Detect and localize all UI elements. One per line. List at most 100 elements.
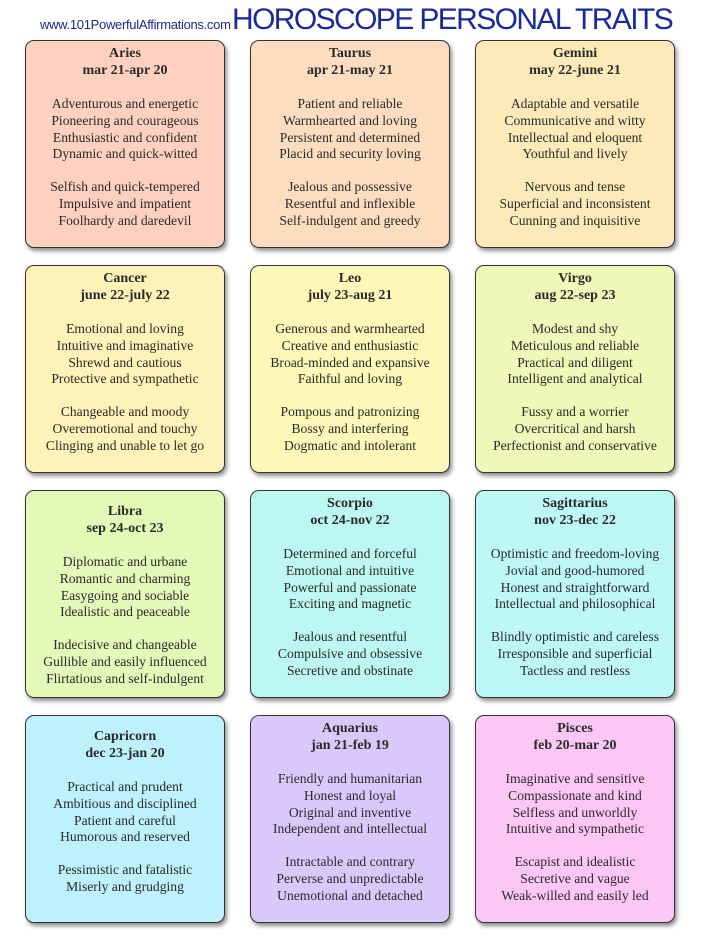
trait: Broad-minded and expansive <box>270 354 430 370</box>
trait: Gullible and easily influenced <box>43 653 207 669</box>
trait: Pompous and patronizing <box>280 404 420 420</box>
sign-name: Gemini <box>552 46 598 61</box>
trait: Honest and straightforward <box>500 579 650 595</box>
sign-name: Taurus <box>328 46 372 61</box>
trait: Flirtatious and self-indulgent <box>46 670 204 686</box>
page-header: www.101PowerfulAffirmations.com HOROSCOP… <box>0 0 706 40</box>
sign-card-gemini: Gemini may 22-june 21 Adaptable and vers… <box>475 40 675 248</box>
sign-name: Sagittarius <box>542 496 608 511</box>
negative-traits: Pessimistic and fatalistic Miserly and g… <box>26 862 224 896</box>
positive-traits: Adaptable and versatile Communicative an… <box>476 96 674 163</box>
sign-card-libra: Libra sep 24-oct 23 Diplomatic and urban… <box>25 490 225 698</box>
trait: Honest and loyal <box>303 787 397 803</box>
trait: Intuitive and sympathetic <box>505 821 645 837</box>
positive-traits: Practical and prudent Ambitious and disc… <box>26 779 224 846</box>
trait: Unemotional and detached <box>277 887 423 903</box>
trait: Intelligent and analytical <box>507 371 643 387</box>
trait: Romantic and charming <box>59 570 191 586</box>
trait: Jealous and resentful <box>292 629 407 645</box>
negative-traits: Pompous and patronizing Bossy and interf… <box>251 404 449 454</box>
sign-dates: sep 24-oct 23 <box>86 521 164 536</box>
trait: Secretive and obstinate <box>286 662 414 678</box>
sign-dates: aug 22-sep 23 <box>534 288 616 303</box>
trait: Nervous and tense <box>524 179 626 195</box>
sign-card-sagittarius: Sagittarius nov 23-dec 22 Optimistic and… <box>475 490 675 698</box>
sign-name: Cancer <box>103 271 147 286</box>
sign-name: Libra <box>107 504 143 519</box>
trait: Emotional and intuitive <box>285 562 415 578</box>
trait: Bossy and interfering <box>291 420 409 436</box>
trait: Persistent and determined <box>279 129 421 145</box>
trait: Dogmatic and intolerant <box>283 437 417 453</box>
positive-traits: Diplomatic and urbane Romantic and charm… <box>26 554 224 621</box>
sign-dates: june 22-july 22 <box>80 288 170 303</box>
site-url: www.101PowerfulAffirmations.com <box>40 17 231 32</box>
trait: Dynamic and quick-witted <box>52 146 198 162</box>
sign-card-pisces: Pisces feb 20-mar 20 Imaginative and sen… <box>475 715 675 923</box>
trait: Independent and intellectual <box>273 821 427 837</box>
positive-traits: Modest and shy Meticulous and reliable P… <box>476 321 674 388</box>
sign-card-aquarius: Aquarius jan 21-feb 19 Friendly and huma… <box>250 715 450 923</box>
trait: Intellectual and eloquent <box>507 129 643 145</box>
trait: Ambitious and disciplined <box>53 795 197 811</box>
negative-traits: Fussy and a worrier Overcritical and har… <box>476 404 674 454</box>
trait: Practical and diligent <box>517 354 633 370</box>
trait: Intuitive and imaginative <box>56 337 194 353</box>
sign-name: Pisces <box>557 721 593 736</box>
trait: Intractable and contrary <box>285 854 415 870</box>
sign-card-aries: Aries mar 21-apr 20 Adventurous and ener… <box>25 40 225 248</box>
negative-traits: Blindly optimistic and careless Irrespon… <box>476 629 674 679</box>
trait: Faithful and loving <box>297 371 403 387</box>
positive-traits: Optimistic and freedom-loving Jovial and… <box>476 546 674 613</box>
sign-name: Leo <box>338 271 362 286</box>
sign-dates: may 22-june 21 <box>529 63 621 78</box>
sign-card-leo: Leo july 23-aug 21 Generous and warmhear… <box>250 265 450 473</box>
negative-traits: Indecisive and changeable Gullible and e… <box>26 637 224 687</box>
sign-name: Aries <box>109 46 141 61</box>
trait: Creative and enthusiastic <box>281 337 419 353</box>
trait: Patient and reliable <box>297 96 403 111</box>
sign-dates: feb 20-mar 20 <box>533 738 617 753</box>
sign-dates: nov 23-dec 22 <box>534 513 616 528</box>
trait: Jovial and good-humored <box>505 562 645 578</box>
sign-dates: jan 21-feb 19 <box>311 738 389 753</box>
trait: Escapist and idealistic <box>514 854 636 870</box>
negative-traits: Jealous and possessive Resentful and inf… <box>251 179 449 229</box>
trait: Foolhardy and daredevil <box>58 212 192 228</box>
sign-name: Scorpio <box>327 496 373 511</box>
trait: Optimistic and freedom-loving <box>490 546 660 561</box>
negative-traits: Intractable and contrary Perverse and un… <box>251 854 449 904</box>
sign-card-scorpio: Scorpio oct 24-nov 22 Determined and for… <box>250 490 450 698</box>
trait: Enthusiastic and confident <box>52 129 198 145</box>
sign-card-taurus: Taurus apr 21-may 21 Patient and reliabl… <box>250 40 450 248</box>
negative-traits: Selfish and quick-tempered Impulsive and… <box>26 179 224 229</box>
sign-dates: mar 21-apr 20 <box>82 63 168 78</box>
trait: Overcritical and harsh <box>514 420 636 436</box>
trait: Placid and security loving <box>279 146 421 162</box>
trait: Changeable and moody <box>60 404 190 420</box>
trait: Exciting and magnetic <box>288 596 412 612</box>
trait: Compassionate and kind <box>508 787 642 803</box>
trait: Secretive and vague <box>520 870 630 886</box>
trait: Resentful and inflexible <box>284 195 416 211</box>
page-title: HOROSCOPE PERSONAL TRAITS <box>232 3 674 36</box>
trait: Meticulous and reliable <box>510 337 640 353</box>
trait: Selfless and unworldly <box>512 804 638 820</box>
trait: Patient and careful <box>74 812 176 828</box>
trait: Pessimistic and fatalistic <box>57 862 193 878</box>
trait: Generous and warmhearted <box>275 321 425 336</box>
trait: Jealous and possessive <box>288 179 412 195</box>
trait: Compulsive and obsessive <box>277 645 423 661</box>
sign-dates: oct 24-nov 22 <box>310 513 390 528</box>
trait: Fussy and a worrier <box>521 404 629 420</box>
trait: Weak-willed and easily led <box>501 887 649 903</box>
trait: Self-indulgent and greedy <box>279 212 421 228</box>
trait: Adaptable and versatile <box>510 96 640 111</box>
trait: Easygoing and sociable <box>60 587 190 603</box>
positive-traits: Generous and warmhearted Creative and en… <box>251 321 449 388</box>
sign-dates: dec 23-jan 20 <box>85 746 165 761</box>
sign-card-virgo: Virgo aug 22-sep 23 Modest and shy Metic… <box>475 265 675 473</box>
positive-traits: Emotional and loving Intuitive and imagi… <box>26 321 224 388</box>
trait: Original and inventive <box>288 804 412 820</box>
sign-dates: july 23-aug 21 <box>307 288 393 303</box>
